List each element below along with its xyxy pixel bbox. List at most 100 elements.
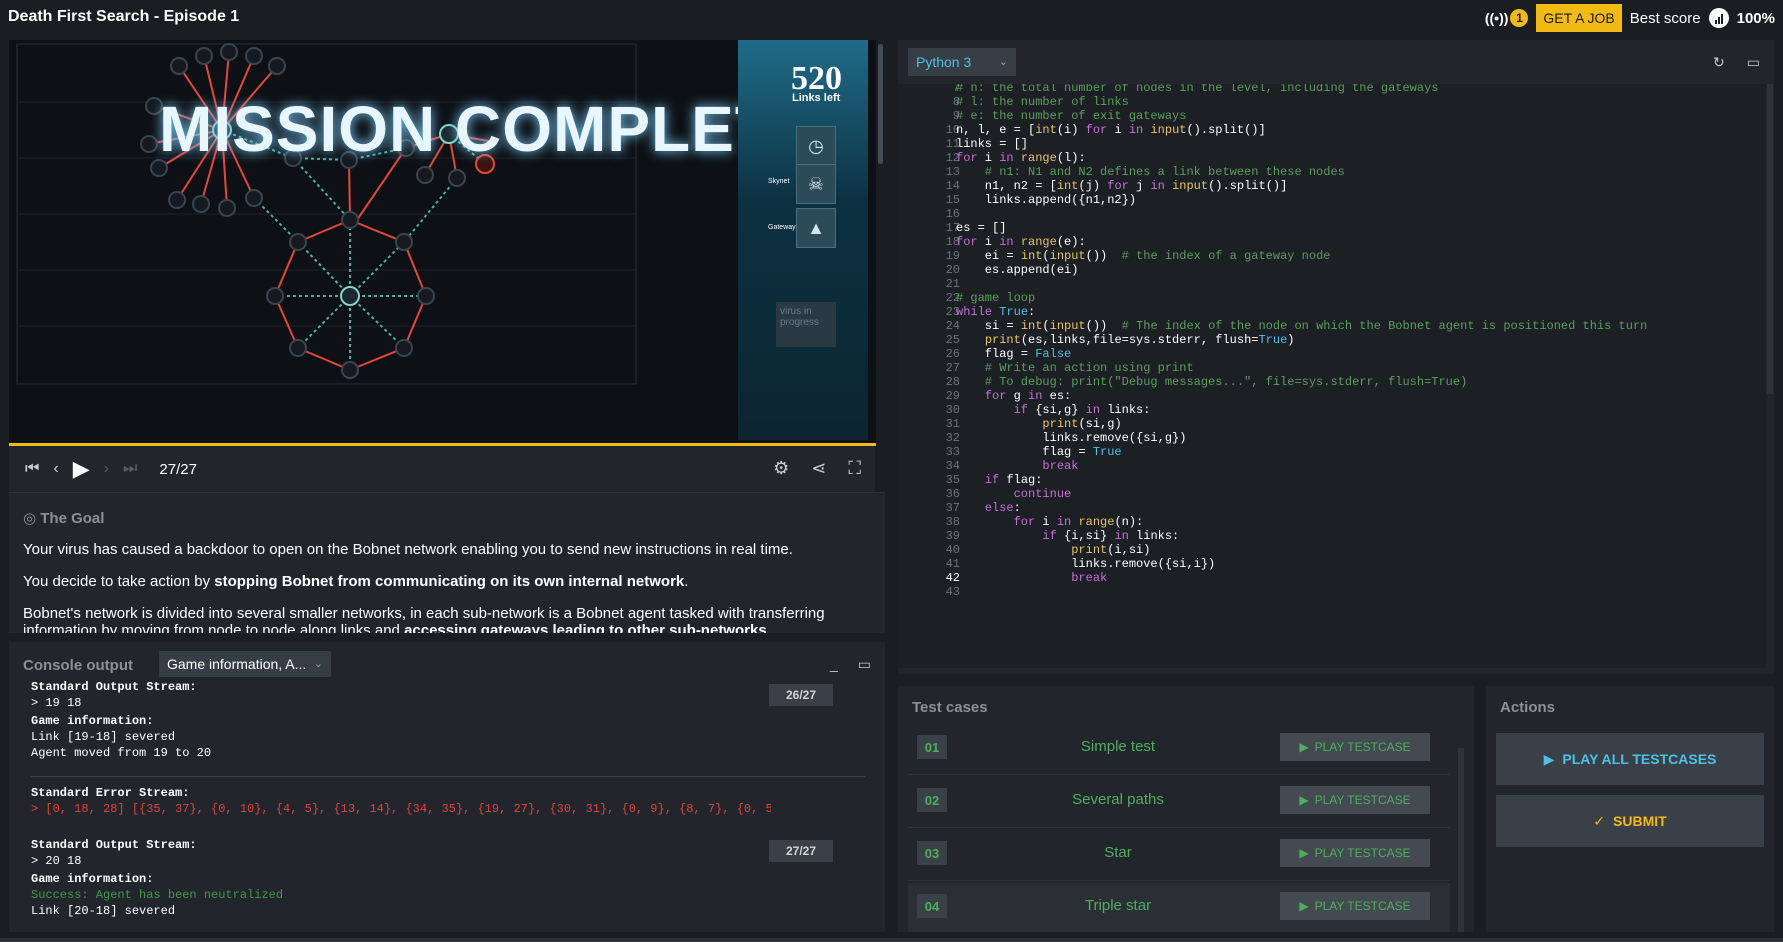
- test-case-number: 03: [917, 841, 947, 865]
- goal-title: ◎ The Goal: [23, 509, 104, 527]
- editor-header: Python 3 ⌄ ↻ ▭: [898, 40, 1774, 84]
- minimize-icon[interactable]: _: [830, 656, 838, 673]
- code-area[interactable]: 7 # n: the total number of nodes in the l…: [898, 84, 1774, 668]
- play-all-label: PLAY ALL TESTCASES: [1562, 751, 1717, 767]
- test-case-number: 04: [917, 894, 947, 918]
- code-scrollbar[interactable]: [1766, 84, 1774, 668]
- actions-title: Actions: [1500, 699, 1556, 716]
- test-case-name: Triple star: [1084, 897, 1152, 914]
- submit-label: SUBMIT: [1613, 813, 1667, 829]
- links-left-label: Links left: [792, 92, 841, 104]
- frame-badge[interactable]: 26/27: [769, 684, 833, 706]
- console-filter-select[interactable]: Game information, A... ⌄: [159, 651, 331, 677]
- play-icon: ▶: [1543, 750, 1555, 767]
- play-testcase-label: PLAY TESTCASE: [1314, 846, 1411, 860]
- play-testcase-button[interactable]: ▶ PLAY TESTCASE: [1280, 839, 1430, 867]
- maximize-icon[interactable]: ▭: [1747, 54, 1760, 71]
- notifications-button[interactable]: ((•)) 1: [1485, 9, 1529, 27]
- fullscreen-icon[interactable]: ⛶: [848, 458, 861, 479]
- goal-scrollbar[interactable]: [876, 40, 885, 446]
- test-case-number: 01: [917, 735, 947, 759]
- skynet-label: Skynet: [768, 178, 790, 185]
- rewind-icon[interactable]: ⏮: [25, 460, 39, 478]
- console-output-panel: Console output Game information, A... ⌄ …: [9, 642, 885, 932]
- play-testcase-label: PLAY TESTCASE: [1314, 899, 1411, 913]
- broadcast-icon: ((•)): [1484, 10, 1509, 26]
- goal-paragraph-1: Your virus has caused a backdoor to open…: [23, 541, 793, 558]
- game-info-label: Game information:: [31, 872, 154, 886]
- test-case-number: 02: [917, 788, 947, 812]
- actions-panel: Actions ▶ PLAY ALL TESTCASES ✓ SUBMIT: [1486, 686, 1774, 932]
- success-line: Success: Agent has been neutralized: [31, 888, 284, 902]
- code-editor-panel: Python 3 ⌄ ↻ ▭ 7 # n: the total number of…: [898, 40, 1774, 674]
- play-icon: ▶: [1299, 740, 1309, 754]
- timer-icon: ◷: [796, 126, 836, 166]
- test-case-row[interactable]: 02 Several paths ▶ PLAY TESTCASE: [908, 777, 1450, 828]
- test-case-name: Star: [1104, 844, 1132, 861]
- reset-code-icon[interactable]: ↻: [1713, 54, 1725, 71]
- top-right-area: ((•)) 1 GET A JOB Best score 100%: [1485, 4, 1775, 32]
- play-testcase-button[interactable]: ▶ PLAY TESTCASE: [1280, 733, 1430, 761]
- fast-forward-icon[interactable]: ⏭: [123, 460, 137, 478]
- step-forward-icon[interactable]: ›: [104, 460, 109, 478]
- goal-title-text: The Goal: [40, 510, 105, 527]
- gateway-icon: ▲: [796, 208, 836, 248]
- mission-complete-banner: MISSION COMPLETE: [159, 93, 819, 165]
- game-info-line: Agent moved from 19 to 20: [31, 746, 212, 760]
- stderr-value: > [0, 18, 28] [{35, 37}, {0, 10}, {4, 5}…: [31, 802, 771, 816]
- language-value: Python 3: [916, 54, 972, 70]
- best-score-value: 100%: [1736, 9, 1775, 27]
- frame-counter: 27/27: [159, 460, 197, 478]
- language-select[interactable]: Python 3 ⌄: [908, 48, 1016, 76]
- frame-badge[interactable]: 27/27: [769, 840, 833, 862]
- goal-section: ◎ The Goal Your virus has caused a backd…: [9, 492, 885, 633]
- get-a-job-button[interactable]: GET A JOB: [1536, 4, 1622, 32]
- play-icon: ▶: [1299, 899, 1309, 913]
- play-testcase-label: PLAY TESTCASE: [1314, 793, 1411, 807]
- test-case-name: Simple test: [1080, 738, 1156, 755]
- check-icon: ✓: [1593, 812, 1606, 829]
- share-icon[interactable]: ⋖: [811, 458, 826, 479]
- play-testcase-button[interactable]: ▶ PLAY TESTCASE: [1280, 892, 1430, 920]
- target-icon: ◎: [23, 510, 37, 527]
- test-case-name: Several paths: [1072, 791, 1164, 808]
- line-number: 43: [945, 585, 960, 599]
- code-line[interactable]: 43: [898, 584, 1768, 600]
- play-testcase-button[interactable]: ▶ PLAY TESTCASE: [1280, 786, 1430, 814]
- game-hud: 520 Links left ◷ Skynet ☠ Gateway ▲ viru…: [738, 40, 868, 440]
- stdout-label: Standard Output Stream:: [31, 680, 197, 694]
- notification-badge: 1: [1510, 9, 1529, 27]
- submit-button[interactable]: ✓ SUBMIT: [1496, 795, 1764, 847]
- stdout-label: Standard Output Stream:: [31, 838, 197, 852]
- play-icon: ▶: [1299, 846, 1309, 860]
- test-case-row[interactable]: 04 Triple star ▶ PLAY TESTCASE: [908, 883, 1450, 932]
- chevron-down-icon: ⌄: [998, 56, 1008, 68]
- test-cases-panel: Test cases 01 Simple test ▶ PLAY TESTCASE 02…: [898, 686, 1474, 932]
- page-title: Death First Search - Episode 1: [8, 8, 240, 25]
- play-all-testcases-button[interactable]: ▶ PLAY ALL TESTCASES: [1496, 733, 1764, 785]
- play-testcase-label: PLAY TESTCASE: [1314, 740, 1411, 754]
- game-info-line: Link [20-18] severed: [31, 904, 176, 918]
- test-case-row[interactable]: 03 Star ▶ PLAY TESTCASE: [908, 830, 1450, 881]
- stdout-value: > 20 18: [31, 854, 82, 868]
- play-icon: ▶: [1299, 793, 1309, 807]
- stdout-value: > 19 18: [31, 696, 82, 710]
- player-controls: ⏮ ‹ ▶ › ⏭ 27/27 ⚙ ⋖ ⛶: [9, 446, 875, 492]
- maximize-icon[interactable]: ▭: [858, 656, 871, 673]
- best-score-label: Best score: [1629, 9, 1701, 27]
- bottom-scrollbar[interactable]: [0, 938, 1783, 942]
- test-case-row[interactable]: 01 Simple test ▶ PLAY TESTCASE: [908, 724, 1450, 775]
- console-title: Console output: [23, 657, 133, 674]
- virus-status: virus in progress: [776, 302, 836, 347]
- goal-paragraph-2: You decide to take action by stopping Bo…: [23, 573, 689, 590]
- test-cases-title: Test cases: [912, 699, 988, 716]
- goal-paragraph-3: Bobnet's network is divided into several…: [23, 605, 825, 633]
- game-viewer[interactable]: MISSION COMPLETE 520 Links left ◷ Skynet…: [9, 40, 885, 446]
- game-info-line: Link [19-18] severed: [31, 730, 176, 744]
- skull-icon: ☠: [796, 164, 836, 204]
- step-back-icon[interactable]: ‹: [53, 460, 58, 478]
- settings-gear-icon[interactable]: ⚙: [773, 458, 789, 479]
- play-icon[interactable]: ▶: [73, 456, 90, 482]
- tests-scrollbar[interactable]: [1458, 748, 1464, 932]
- gateway-label: Gateway: [768, 224, 796, 231]
